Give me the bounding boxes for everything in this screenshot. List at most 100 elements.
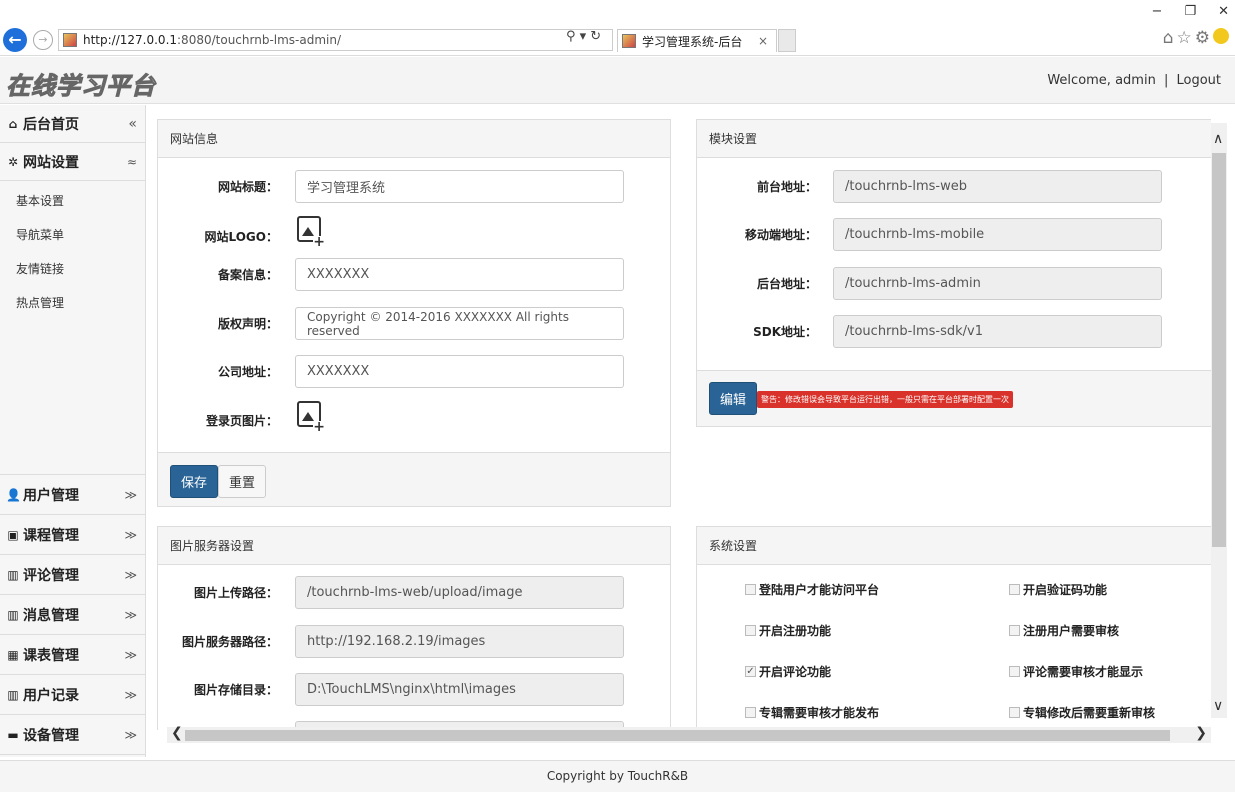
system-option-checkbox[interactable]: 登陆用户才能访问平台 [745,581,879,598]
checkbox-icon[interactable] [745,584,756,595]
sidebar-group-comment[interactable]: ▥ 评论管理 ≫ [0,555,145,595]
sidebar-item-hotspot[interactable]: 热点管理 [0,285,145,319]
search-refresh-icons[interactable]: ⚲ ▾ ↻ [566,29,601,44]
image-server-input[interactable]: http://192.168.2.19/images [295,625,624,658]
sidebar-group-course[interactable]: ▣ 课程管理 ≫ [0,515,145,555]
checkbox-icon[interactable]: ✓ [745,666,756,677]
edit-button[interactable]: 编辑 [709,382,758,415]
site-title-input[interactable]: 学习管理系统 [295,170,624,203]
checkbox-icon[interactable] [1009,666,1020,677]
sidebar-group-label: 评论管理 [23,567,79,584]
image-server-input[interactable]: D:\TouchLMS\nginx\html\images [295,673,624,706]
panel-title: 网站信息 [158,120,670,158]
sidebar-group-calendar[interactable]: ▦ 课表管理 ≫ [0,635,145,675]
checkbox-icon[interactable] [1009,625,1020,636]
panel-title: 图片服务器设置 [158,527,670,565]
window-controls: − ❐ ✕ [1152,4,1229,19]
sidebar-item-nav-menu[interactable]: 导航菜单 [0,217,145,251]
site-title-label: 网站标题： [217,180,278,194]
system-option-checkbox[interactable]: 开启验证码功能 [1009,581,1107,598]
module-field-input[interactable]: /touchrnb-lms-web [833,170,1162,203]
restore-button[interactable]: ❐ [1184,4,1196,19]
home-star-gear-icons[interactable]: ⌂☆⚙ [1163,28,1213,48]
save-button[interactable]: 保存 [170,465,219,498]
scrollbar-thumb[interactable] [185,730,1170,741]
minimize-button[interactable]: − [1152,4,1163,19]
system-option-checkbox[interactable]: ✓ 开启评论功能 [745,663,831,680]
collapse-sidebar-icon[interactable]: « [128,116,137,132]
login-image-label: 登录页图片： [205,414,278,428]
new-tab-button[interactable] [778,29,796,52]
sidebar-home-label: 后台首页 [23,116,79,133]
image-server-panel: 图片服务器设置 图片上传路径： /touchrnb-lms-web/upload/… [157,526,671,730]
sidebar-group-record[interactable]: ▥ 用户记录 ≫ [0,675,145,715]
checkbox-icon[interactable] [1009,707,1020,718]
copyright-input[interactable]: Copyright © 2014-2016 XXXXXXX All rights… [295,307,624,340]
panel-footer: 保存 重置 [158,452,670,506]
main-content: 网站信息 网站标题： 学习管理系统 网站LOGO： 备案信息： XXXXXXX … [147,105,1211,730]
horizontal-scrollbar[interactable]: ❮ ❯ [167,725,1211,743]
image-server-label: 图片存储目录： [193,683,278,697]
sidebar-item-friend-links[interactable]: 友情链接 [0,251,145,285]
image-upload-icon[interactable] [297,216,325,248]
sidebar-group-site-settings[interactable]: ✲ 网站设置 ≈ [0,143,145,181]
system-option-checkbox[interactable]: 专辑修改后需要重新审核 [1009,704,1155,721]
tab-favicon-icon [622,34,636,48]
checkbox-label: 开启评论功能 [759,665,832,679]
smiley-icon[interactable] [1213,28,1229,44]
sidebar-group-label: 课程管理 [23,527,79,544]
address-input[interactable]: XXXXXXX [295,355,624,388]
module-field-input[interactable]: /touchrnb-lms-mobile [833,218,1162,251]
module-field-input[interactable]: /touchrnb-lms-sdk/v1 [833,315,1162,348]
close-window-button[interactable]: ✕ [1218,4,1229,19]
site-settings-submenu: 基本设置 导航菜单 友情链接 热点管理 [0,181,145,319]
scroll-up-icon[interactable]: ∧ [1213,131,1223,147]
scroll-right-icon[interactable]: ❯ [1195,725,1207,741]
system-option-checkbox[interactable]: 专辑需要审核才能发布 [745,704,879,721]
calendar-icon: ▦ [7,647,19,662]
sidebar-group-user[interactable]: 👤 用户管理 ≫ [0,475,145,515]
logout-link[interactable]: Logout [1176,73,1221,88]
sidebar-item-basic-settings[interactable]: 基本设置 [0,183,145,217]
module-field-label: 前台地址： [756,180,817,194]
sidebar-group-label: 用户管理 [23,487,79,504]
system-option-checkbox[interactable]: 评论需要审核才能显示 [1009,663,1143,680]
sidebar-group-device[interactable]: ▬ 设备管理 ≫ [0,715,145,755]
scroll-down-icon[interactable]: ∨ [1213,698,1223,714]
forward-arrow-icon[interactable]: → [33,30,53,50]
site-logo[interactable]: 在线学习平台 [6,66,156,101]
checkbox-label: 登陆用户才能访问平台 [759,583,880,597]
scroll-left-icon[interactable]: ❮ [171,725,183,741]
sidebar-item-home[interactable]: ⌂ 后台首页 « [0,105,145,143]
chevron-down-icon: ≫ [124,607,137,622]
icp-label: 备案信息： [217,268,278,282]
image-upload-icon[interactable] [297,401,325,433]
sidebar-group-label: 网站设置 [23,154,79,171]
module-field-label: 移动端地址： [744,228,817,242]
separator: | [1163,73,1169,88]
checkbox-icon[interactable] [1009,584,1020,595]
copyright-label: 版权声明： [217,317,278,331]
sidebar-group-label: 消息管理 [23,607,79,624]
system-option-checkbox[interactable]: 注册用户需要审核 [1009,622,1119,639]
back-arrow-icon[interactable]: ← [3,28,27,52]
sidebar-group-message[interactable]: ▥ 消息管理 ≫ [0,595,145,635]
reset-button[interactable]: 重置 [218,465,267,498]
browser-tab[interactable]: 学习管理系统-后台 × [617,29,777,52]
course-icon: ▣ [7,527,19,542]
tab-close-icon[interactable]: × [758,34,768,48]
scrollbar-thumb[interactable] [1212,153,1226,547]
checkbox-icon[interactable] [745,707,756,718]
address-bar[interactable]: http://127.0.0.1:8080/touchrnb-lms-admin… [58,29,613,51]
address-host: http://127.0.0.1 [83,33,178,47]
image-server-input[interactable]: /touchrnb-lms-web/upload/image [295,576,624,609]
app-header: 在线学习平台 Welcome, admin | Logout [0,57,1235,104]
icp-input[interactable]: XXXXXXX [295,258,624,291]
vertical-scrollbar[interactable]: ∧ ∨ [1211,123,1227,718]
system-option-checkbox[interactable]: 开启注册功能 [745,622,831,639]
site-info-panel: 网站信息 网站标题： 学习管理系统 网站LOGO： 备案信息： XXXXXXX … [157,119,671,507]
module-field-input[interactable]: /touchrnb-lms-admin [833,267,1162,300]
browser-toolbar-icons[interactable]: ⌂☆⚙ [1163,28,1229,48]
checkbox-label: 开启验证码功能 [1023,583,1108,597]
checkbox-icon[interactable] [745,625,756,636]
